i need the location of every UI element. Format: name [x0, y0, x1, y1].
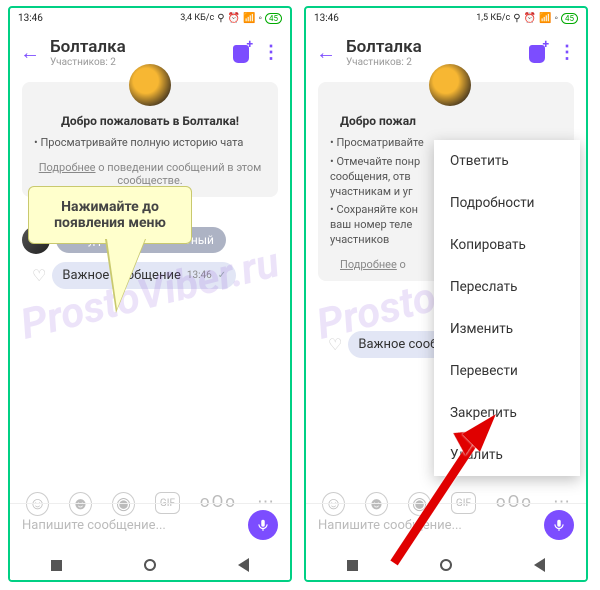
- welcome-card: Добро пожаловать в Болталка! Просматрива…: [22, 82, 278, 197]
- screenshot-right: ProstoViber.ru 13:46 1,5 КБ/с ⚲ ⏰ 📶 ◦ 45…: [304, 6, 588, 582]
- welcome-more[interactable]: Подробнее о поведении сообщений в этом с…: [34, 161, 266, 187]
- status-bar: 13:46 1,5 КБ/с ⚲ ⏰ 📶 ◦ 45: [306, 8, 586, 28]
- status-bar: 13:46 3,4 КБ/с ⚲ ⏰ 📶 ◦ 45: [10, 8, 290, 28]
- menu-edit[interactable]: Изменить: [434, 308, 580, 350]
- menu-delete[interactable]: Удалить: [434, 434, 580, 476]
- add-participant-button[interactable]: [526, 41, 548, 63]
- status-speed: 1,5 КБ/с: [476, 13, 510, 23]
- menu-pin[interactable]: Закрепить: [434, 392, 580, 434]
- status-speed: 3,4 КБ/с: [180, 13, 214, 23]
- welcome-bullet: Просматривайте полную историю чата: [34, 136, 266, 151]
- nav-recents-icon[interactable]: [347, 560, 358, 571]
- welcome-more-link[interactable]: Подробнее: [340, 258, 397, 271]
- status-icons: 1,5 КБ/с ⚲ ⏰ 📶 ◦ 45: [476, 13, 578, 24]
- mic-button[interactable]: [544, 510, 574, 540]
- nav-home-icon[interactable]: [144, 559, 156, 571]
- mic-button[interactable]: [248, 510, 278, 540]
- mic-icon: [256, 518, 270, 532]
- mic-icon: [552, 518, 566, 532]
- android-nav-bar: [10, 550, 290, 580]
- back-icon[interactable]: ←: [20, 40, 40, 65]
- chat-title-block[interactable]: Болталка Участников: 2: [50, 37, 220, 68]
- signal-icon: 📶: [243, 13, 255, 24]
- alarm-icon: ⏰: [228, 13, 240, 24]
- nav-back-icon[interactable]: [238, 558, 249, 572]
- menu-translate[interactable]: Перевести: [434, 350, 580, 392]
- nav-back-icon[interactable]: [534, 558, 545, 572]
- chat-title: Болталка: [50, 37, 220, 57]
- message-context-menu: Ответить Подробности Копировать Переслат…: [434, 140, 580, 476]
- like-icon[interactable]: ♡: [328, 335, 342, 354]
- welcome-title: Добро пожаловать в Болталка!: [34, 114, 266, 128]
- message-row: ♡ Важное сообщение 13:46 ✓: [10, 260, 290, 291]
- status-icons: 3,4 КБ/с ⚲ ⏰ 📶 ◦ 45: [180, 13, 282, 24]
- message-input[interactable]: Напишите сообщение...: [22, 518, 240, 533]
- battery-icon: 45: [561, 13, 578, 24]
- message-input-bar: Напишите сообщение...: [306, 503, 586, 546]
- more-options-icon[interactable]: ⋮: [558, 42, 576, 63]
- message-input[interactable]: Напишите сообщение...: [318, 518, 536, 533]
- back-icon[interactable]: ←: [316, 40, 336, 65]
- chat-subtitle: Участников: 2: [346, 57, 516, 68]
- status-time: 13:46: [18, 13, 43, 24]
- alarm-icon: ⏰: [524, 13, 536, 24]
- wifi-icon: ◦: [258, 13, 262, 24]
- community-avatar: [129, 64, 171, 106]
- message-input-bar: Напишите сообщение...: [10, 503, 290, 546]
- chat-subtitle: Участников: 2: [50, 57, 220, 68]
- chat-title-block[interactable]: Болталка Участников: 2: [346, 37, 516, 68]
- status-time: 13:46: [314, 13, 339, 24]
- message-time: 13:46: [187, 270, 212, 281]
- more-options-icon[interactable]: ⋮: [262, 42, 280, 63]
- chat-title: Болталка: [346, 37, 516, 57]
- welcome-more-text: о: [397, 258, 406, 271]
- nav-recents-icon[interactable]: [51, 560, 62, 571]
- message-status-icon: ✓: [218, 270, 226, 281]
- menu-forward[interactable]: Переслать: [434, 266, 580, 308]
- instruction-callout: Нажимайте до появления меню: [28, 186, 192, 244]
- bluetooth-icon: ⚲: [217, 13, 224, 24]
- welcome-more-link[interactable]: Подробнее: [39, 161, 96, 174]
- nav-home-icon[interactable]: [440, 559, 452, 571]
- menu-details[interactable]: Подробности: [434, 182, 580, 224]
- welcome-more-text: о поведении сообщений в этом сообществе.: [96, 161, 262, 187]
- wifi-icon: ◦: [554, 13, 558, 24]
- signal-icon: 📶: [539, 13, 551, 24]
- welcome-title: Добро пожал: [330, 114, 570, 128]
- battery-icon: 45: [265, 13, 282, 24]
- menu-reply[interactable]: Ответить: [434, 140, 580, 182]
- add-participant-button[interactable]: [230, 41, 252, 63]
- screenshot-left: ProstoViber.ru 13:46 3,4 КБ/с ⚲ ⏰ 📶 ◦ 45…: [8, 6, 292, 582]
- menu-copy[interactable]: Копировать: [434, 224, 580, 266]
- like-icon[interactable]: ♡: [32, 266, 46, 285]
- android-nav-bar: [306, 550, 586, 580]
- bluetooth-icon: ⚲: [513, 13, 520, 24]
- community-avatar: [429, 64, 471, 106]
